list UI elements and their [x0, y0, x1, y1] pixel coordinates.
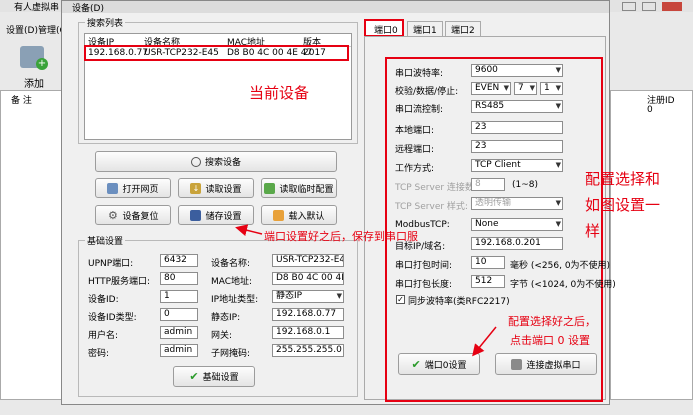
- arrow-to-save: [235, 224, 263, 237]
- arrow-to-port0-button: [472, 326, 497, 357]
- annotation-arrows: [235, 224, 497, 357]
